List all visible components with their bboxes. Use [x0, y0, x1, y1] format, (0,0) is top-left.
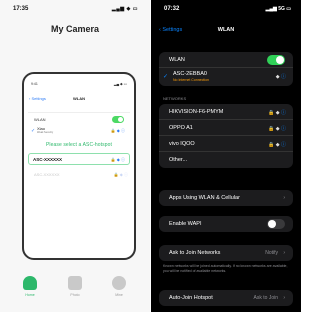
status-icons: ▂▄▆ ◆ ▭ [111, 6, 138, 12]
tab-photo[interactable]: Photo [60, 276, 90, 297]
networks-header: NETWORKS [163, 96, 187, 101]
lock-wifi-info-icons: 🔒 ◆ ⓘ [110, 128, 125, 133]
lock-wifi-info-icons: 🔒 ◆ ⓘ [110, 157, 125, 162]
network-row[interactable]: OPPO A1 🔒 ◆ ⓘ [159, 120, 293, 136]
ask-to-join-note: Known networks will be joined automatica… [163, 264, 288, 273]
wapi-toggle[interactable] [267, 219, 285, 229]
illustration-wlan-card: WLAN ✓ Xiao Weak Security 🔒 ◆ ⓘ [28, 112, 130, 137]
home-icon [23, 276, 37, 290]
faint-hotspot-name: ASC-XXXXXX [34, 172, 60, 177]
highlighted-hotspot-name: ASC-XXXXXX [33, 157, 63, 162]
auto-join-label: Auto-Join Hotspot [169, 295, 213, 301]
photo-icon [68, 276, 82, 290]
connected-network: ASC-2EBBA0 No Internet Connection [173, 71, 209, 83]
status-bar: 17:35 ▂▄▆ ◆ ▭ [0, 6, 150, 16]
illustration-wlan-toggle [112, 116, 124, 123]
enable-wapi-row: Enable WAPI [159, 216, 293, 232]
tab-mine[interactable]: Mine [104, 276, 134, 297]
status-icons: ▂▄▆ 5G ▭ [265, 6, 291, 12]
other-network-label: Other... [169, 157, 188, 163]
network-row[interactable]: HIKVISION-F6-PMYM 🔒 ◆ ⓘ [159, 104, 293, 120]
illustration-nav-bar: ‹ Settings WLAN [24, 96, 134, 106]
faint-hotspot-row: ASC-XXXXXX 🔒 ◆ ⓘ [34, 172, 128, 177]
lock-wifi-info-icons: 🔒 ◆ ⓘ [268, 141, 286, 148]
ask-to-join-label: Ask to Join Networks [169, 250, 221, 256]
instruction-phone-illustration: 9:41 ▂▄ ◆ ▭ ‹ Settings WLAN WLAN ✓ Xiao … [22, 72, 136, 260]
checkmark-icon: ✓ [31, 128, 36, 134]
ask-to-join-value: Notify [265, 250, 278, 256]
tab-bar: Home Photo Mine [0, 270, 150, 312]
tab-mine-label: Mine [115, 293, 123, 297]
enable-wapi-label: Enable WAPI [169, 221, 202, 227]
network-row[interactable]: vivo IQOO 🔒 ◆ ⓘ [159, 136, 293, 152]
wlan-settings-screen: 07:32 ▂▄▆ 5G ▭ ‹ Settings WLAN WLAN ✓ AS… [151, 0, 301, 312]
info-icon[interactable]: ⓘ [281, 142, 286, 148]
chevron-right-icon: › [283, 295, 285, 301]
lock-wifi-icon: 🔒 ◆ [268, 110, 280, 116]
auto-join-value: Ask to Join [253, 295, 278, 301]
nav-bar: ‹ Settings WLAN [151, 27, 301, 37]
network-name: HIKVISION-F6-PMYM [169, 109, 224, 115]
connected-network-row[interactable]: ✓ ASC-2EBBA0 No Internet Connection ◆ ⓘ [159, 68, 293, 86]
hotspot-hint-text: Please select a ASC-hotspot [45, 142, 113, 148]
info-icon[interactable]: ⓘ [281, 110, 286, 116]
ask-to-join-row[interactable]: Ask to Join Networks Notify › [159, 245, 293, 261]
lock-wifi-info-icons: 🔒 ◆ ⓘ [268, 125, 286, 132]
network-name: OPPO A1 [169, 125, 193, 131]
info-icon[interactable]: ⓘ [281, 74, 286, 80]
apps-using-wlan-row[interactable]: Apps Using WLAN & Cellular › [159, 190, 293, 206]
illustration-connected-sub: Weak Security [37, 131, 54, 134]
networks-group: HIKVISION-F6-PMYM 🔒 ◆ ⓘ OPPO A1 🔒 ◆ ⓘ vi… [159, 104, 293, 168]
wifi-icon: ◆ [275, 74, 280, 80]
nav-title: WLAN [217, 27, 235, 33]
illustration-status-icons: ▂▄ ◆ ▭ [113, 82, 127, 86]
lock-wifi-info-icons: 🔒 ◆ ⓘ [268, 109, 286, 116]
tab-home[interactable]: Home [15, 276, 45, 297]
status-time: 17:35 [13, 6, 29, 12]
tab-home-label: Home [25, 293, 35, 297]
profile-icon [112, 276, 126, 290]
lock-wifi-icon: 🔒 ◆ [268, 126, 280, 132]
connected-network-status: No Internet Connection [173, 78, 209, 82]
illustration-wlan-row: WLAN [28, 113, 130, 125]
camera-app-screen: 17:35 ▂▄▆ ◆ ▭ My Camera 9:41 ▂▄ ◆ ▭ ‹ Se… [0, 0, 150, 312]
checkmark-icon: ✓ [163, 74, 169, 80]
wlan-row: WLAN [159, 52, 293, 68]
illustration-time: 9:41 [31, 82, 38, 86]
status-time: 07:32 [164, 6, 180, 12]
wlan-label: WLAN [169, 57, 185, 63]
illustration-connected-row: ✓ Xiao Weak Security 🔒 ◆ ⓘ [28, 125, 130, 137]
illustration-wlan-label: WLAN [34, 117, 46, 122]
wapi-group: Enable WAPI [159, 216, 293, 232]
info-icon[interactable]: ⓘ [281, 126, 286, 132]
auto-join-hotspot-row[interactable]: Auto-Join Hotspot Ask to Join › [159, 290, 293, 306]
other-network-row[interactable]: Other... [159, 152, 293, 168]
illustration-nav-title: WLAN [73, 96, 85, 101]
chevron-right-icon: › [283, 250, 285, 256]
wlan-group: WLAN ✓ ASC-2EBBA0 No Internet Connection… [159, 52, 293, 86]
ask-to-join-group: Ask to Join Networks Notify › [159, 245, 293, 261]
illustration-connected-network: Xiao Weak Security [37, 127, 53, 135]
wifi-info-icons: ◆ ⓘ [276, 73, 286, 80]
chevron-right-icon: › [283, 195, 285, 201]
tab-photo-label: Photo [70, 293, 80, 297]
lock-wifi-icon: 🔒 ◆ [268, 142, 280, 148]
apps-using-label: Apps Using WLAN & Cellular [169, 195, 240, 201]
network-name: vivo IQOO [169, 141, 195, 147]
highlighted-hotspot-row: ASC-XXXXXX 🔒 ◆ ⓘ [28, 153, 130, 165]
page-title: My Camera [50, 24, 100, 34]
lock-wifi-info-icons: 🔒 ◆ ⓘ [113, 172, 128, 177]
auto-join-group: Auto-Join Hotspot Ask to Join › [159, 290, 293, 306]
apps-using-group: Apps Using WLAN & Cellular › [159, 190, 293, 206]
wlan-toggle[interactable] [267, 55, 285, 65]
